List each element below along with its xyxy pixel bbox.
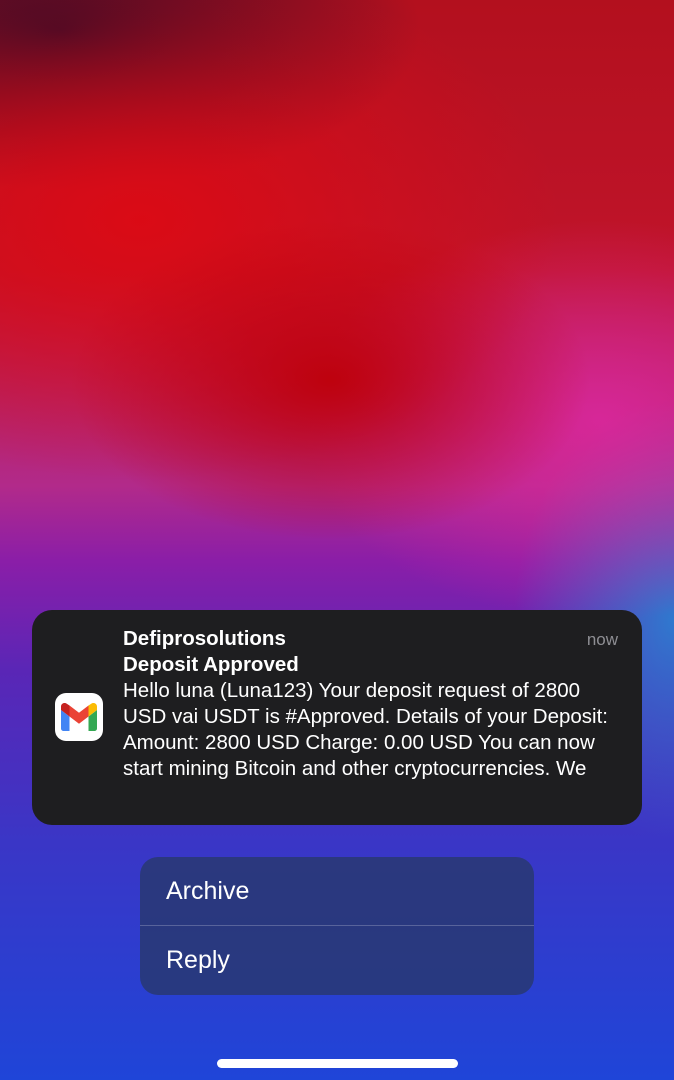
home-indicator[interactable] <box>217 1059 458 1068</box>
notification-actions-menu: Archive Reply <box>140 857 534 995</box>
notification-sender: Defiprosolutions <box>123 627 286 650</box>
gmail-logo <box>61 703 97 731</box>
notification-subject: Deposit Approved <box>123 653 299 676</box>
archive-button[interactable]: Archive <box>140 857 534 925</box>
reply-button[interactable]: Reply <box>140 926 534 994</box>
notification-content: Defiprosolutions Deposit Approved Hello … <box>123 626 623 782</box>
gmail-icon <box>55 693 103 741</box>
notification-body: Hello luna (Luna123) Your deposit reques… <box>123 679 608 780</box>
gmail-notification[interactable]: now Defiprosolutions Deposit Approved He… <box>32 610 642 825</box>
